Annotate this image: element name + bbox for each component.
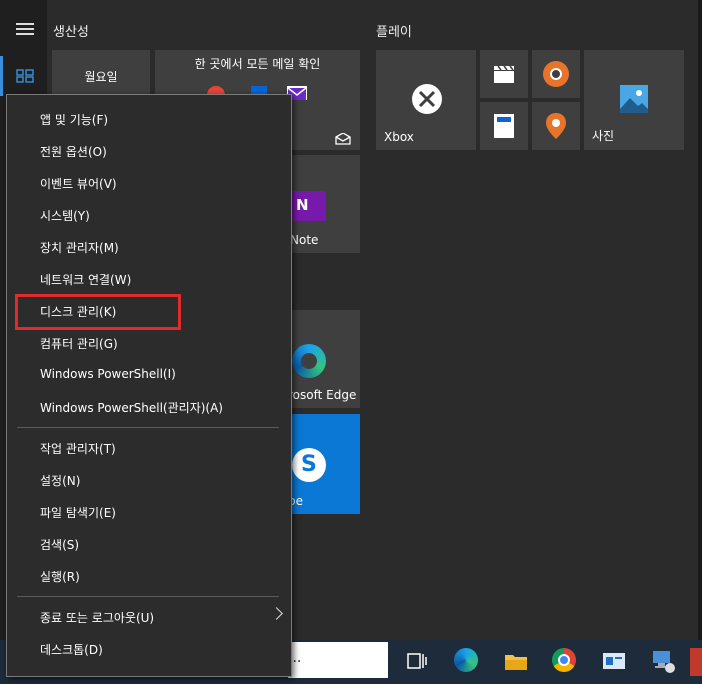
menu-item-event-viewer[interactable]: 이벤트 뷰어(V) bbox=[40, 175, 117, 192]
menu-separator bbox=[17, 427, 279, 428]
calculator-tile[interactable] bbox=[480, 102, 528, 150]
tiles-view-icon[interactable] bbox=[16, 68, 34, 83]
groove-tile[interactable] bbox=[532, 50, 580, 98]
calendar-tile[interactable]: 월요일 bbox=[52, 50, 150, 96]
hamburger-menu-icon[interactable] bbox=[16, 20, 34, 38]
menu-item-run[interactable]: 실행(R) bbox=[40, 568, 80, 585]
menu-item-power-options[interactable]: 전원 옵션(O) bbox=[40, 143, 107, 160]
menu-item-settings[interactable]: 설정(N) bbox=[40, 472, 80, 489]
winx-context-menu: 앱 및 기능(F) 전원 옵션(O) 이벤트 뷰어(V) 시스템(Y) 장치 관… bbox=[6, 94, 292, 677]
menu-separator bbox=[17, 596, 279, 597]
skype-tile[interactable]: S pe bbox=[286, 414, 360, 514]
group-title-productivity: 생산성 bbox=[53, 25, 89, 40]
menu-item-powershell-admin[interactable]: Windows PowerShell(관리자)(A) bbox=[40, 399, 223, 416]
photos-icon bbox=[619, 84, 649, 118]
calendar-day-label: 월요일 bbox=[84, 70, 118, 84]
sidebar-active-indicator bbox=[0, 56, 3, 96]
menu-item-task-manager[interactable]: 작업 관리자(T) bbox=[40, 440, 116, 457]
menu-item-network-connections[interactable]: 네트워크 연결(W) bbox=[40, 271, 131, 288]
group-title-play: 플레이 bbox=[376, 25, 412, 40]
groove-music-icon bbox=[543, 61, 569, 87]
taskbar-edge-app-icon[interactable] bbox=[690, 648, 702, 676]
network-pc-icon[interactable] bbox=[650, 648, 676, 674]
edge-taskbar-icon[interactable] bbox=[454, 648, 480, 674]
onenote-icon: N bbox=[292, 191, 326, 221]
taskbar-search-box[interactable]: ... bbox=[288, 642, 388, 678]
calculator-icon bbox=[494, 114, 514, 138]
onenote-tile-label: Note bbox=[290, 233, 319, 247]
menu-item-computer-management[interactable]: 컴퓨터 관리(G) bbox=[40, 335, 118, 352]
xbox-tile[interactable]: Xbox bbox=[376, 50, 476, 150]
chevron-right-icon bbox=[270, 607, 283, 620]
control-panel-icon[interactable] bbox=[601, 648, 627, 674]
menu-item-powershell[interactable]: Windows PowerShell(I) bbox=[40, 367, 176, 381]
menu-item-system[interactable]: 시스템(Y) bbox=[40, 207, 90, 224]
task-view-icon[interactable] bbox=[404, 648, 430, 674]
file-explorer-icon[interactable] bbox=[503, 648, 529, 674]
highlight-box-disk-management bbox=[15, 294, 181, 330]
edge-tile-label: rosoft Edge bbox=[288, 388, 357, 402]
chrome-icon[interactable] bbox=[552, 648, 578, 674]
window-edge bbox=[698, 0, 702, 640]
mail-tile-label: 한 곳에서 모든 메일 확인 bbox=[194, 57, 321, 71]
menu-item-shutdown-signout[interactable]: 종료 또는 로그아웃(U) bbox=[40, 609, 154, 626]
movies-tile[interactable] bbox=[480, 50, 528, 98]
photos-tile-label: 사진 bbox=[592, 129, 615, 143]
xbox-tile-label: Xbox bbox=[384, 130, 414, 144]
clapperboard-icon bbox=[493, 64, 515, 88]
edge-tile[interactable]: rosoft Edge bbox=[286, 310, 360, 408]
menu-item-device-manager[interactable]: 장치 관리자(M) bbox=[40, 239, 119, 256]
menu-item-apps-features[interactable]: 앱 및 기능(F) bbox=[40, 111, 108, 128]
xbox-icon bbox=[412, 84, 442, 114]
maps-tile[interactable] bbox=[532, 102, 580, 150]
menu-item-desktop[interactable]: 데스크톱(D) bbox=[40, 641, 103, 658]
photos-tile[interactable]: 사진 bbox=[584, 50, 684, 150]
mail-envelope-icon bbox=[335, 130, 351, 149]
menu-item-file-explorer[interactable]: 파일 탐색기(E) bbox=[40, 504, 116, 521]
menu-item-search[interactable]: 검색(S) bbox=[40, 536, 79, 553]
skype-icon: S bbox=[292, 448, 326, 482]
map-pin-icon bbox=[545, 112, 567, 144]
onenote-tile[interactable]: N Note bbox=[286, 155, 360, 253]
edge-icon bbox=[292, 344, 326, 378]
